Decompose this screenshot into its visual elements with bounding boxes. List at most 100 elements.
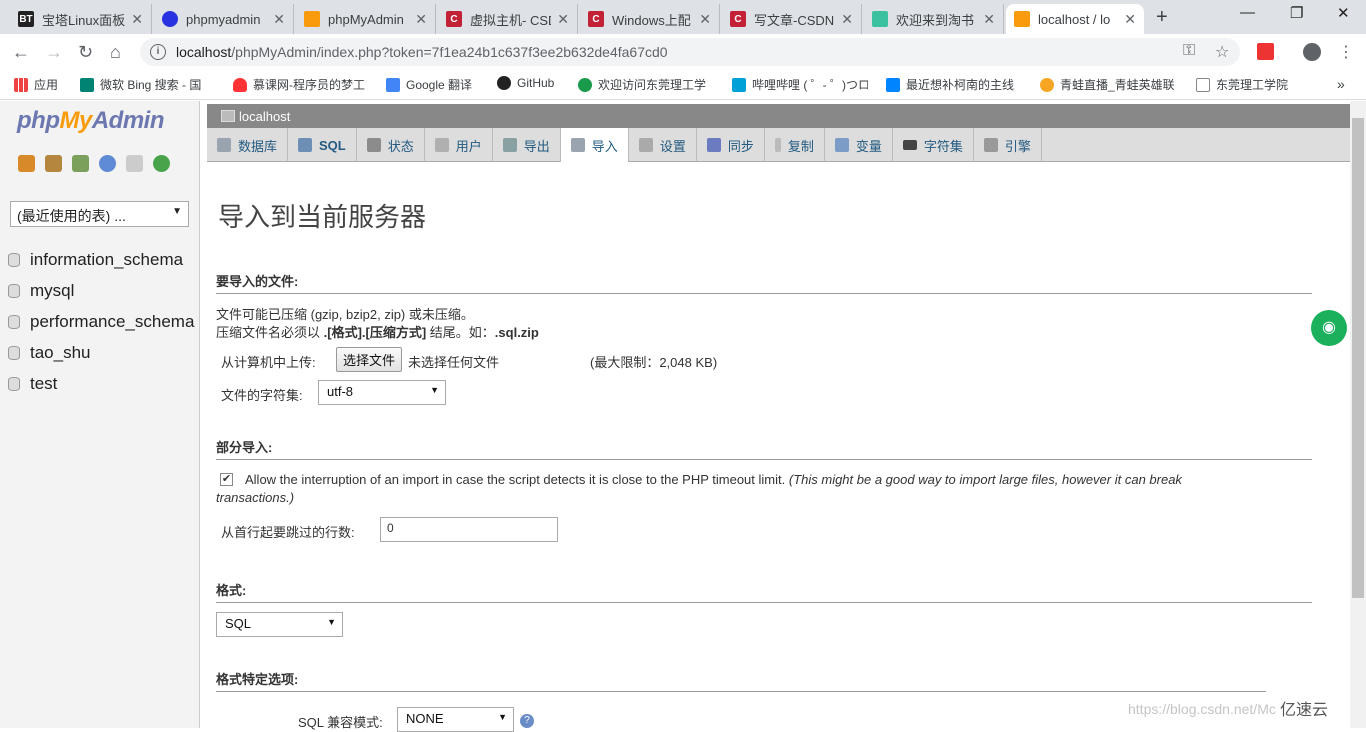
new-tab-icon[interactable]: + <box>1156 6 1168 29</box>
database-item[interactable]: information_schema <box>8 244 194 275</box>
tab-databases[interactable]: 数据库 <box>207 128 289 162</box>
tab-label: 同步 <box>727 138 754 154</box>
browser-tab[interactable]: phpmyadmin ✕ <box>154 4 294 34</box>
no-file-text: 未选择任何文件 <box>408 355 500 370</box>
bookmark-label: 最近想补柯南的主线 <box>906 78 1015 92</box>
database-list: information_schema mysql performance_sch… <box>8 244 194 399</box>
help-icon[interactable]: ? <box>520 714 534 728</box>
corner-logo: 亿速云 <box>1280 702 1329 719</box>
browser-tab[interactable]: phpMyAdmin ✕ <box>296 4 436 34</box>
tab-import[interactable]: 导入 <box>560 128 629 162</box>
sql-compat-select[interactable]: NONE ▼ <box>397 707 514 732</box>
star-icon[interactable]: ☆ <box>1215 42 1229 62</box>
bookmark-item[interactable]: 哔哩哔哩 ( ゜- ゜)つロ <box>732 76 868 93</box>
csdn-favicon-icon: C <box>588 11 604 27</box>
choose-file-button[interactable]: 选择文件 <box>336 347 403 372</box>
database-item[interactable]: test <box>8 368 194 399</box>
bookmark-apps[interactable]: 应用 <box>14 76 58 93</box>
browser-tab[interactable]: 欢迎来到淘书 ✕ <box>864 4 1004 34</box>
tab-replication[interactable]: 复制 <box>765 128 825 162</box>
tab-status[interactable]: 状态 <box>357 128 425 162</box>
format-select[interactable]: SQL ▼ <box>216 612 343 637</box>
close-icon[interactable]: ✕ <box>131 11 143 28</box>
recent-tables-select[interactable]: (最近使用的表) ... ▼ <box>10 201 189 227</box>
tab-settings[interactable]: 设置 <box>629 128 697 162</box>
database-name[interactable]: mysql <box>30 281 74 301</box>
close-icon[interactable]: ✕ <box>1124 11 1136 28</box>
tab-title: phpmyadmin <box>186 11 261 27</box>
wifi-icon[interactable]: ◉ <box>1311 310 1347 346</box>
tab-export[interactable]: 导出 <box>493 128 561 162</box>
bing-icon <box>80 77 94 92</box>
bookmark-item[interactable]: Google 翻译 <box>386 76 472 93</box>
reload-icon[interactable]: ↻ <box>78 42 93 63</box>
database-item[interactable]: mysql <box>8 275 194 306</box>
bookmark-item[interactable]: 慕课网-程序员的梦工 <box>233 76 369 93</box>
close-icon[interactable]: ✕ <box>557 11 569 28</box>
close-icon[interactable]: ✕ <box>415 11 427 28</box>
tab-sql[interactable]: SQL <box>288 128 357 162</box>
url-text[interactable]: localhost/phpMyAdmin/index.php?token=7f1… <box>176 44 668 60</box>
bookmark-item[interactable]: 东莞理工学院 <box>1196 76 1288 93</box>
browser-tab-active[interactable]: localhost / lo ✕ <box>1006 4 1144 34</box>
info-icon[interactable]: i <box>150 44 166 60</box>
extension-icon[interactable] <box>1257 43 1274 60</box>
back-icon[interactable]: ← <box>12 42 30 63</box>
skip-rows-input[interactable]: 0 <box>380 517 558 542</box>
exit-icon[interactable] <box>45 155 62 172</box>
close-icon[interactable]: ✕ <box>699 11 711 28</box>
bookmark-item[interactable]: 青蛙直播_青蛙英雄联 <box>1040 76 1178 93</box>
bookmark-item[interactable]: GitHub <box>497 76 554 90</box>
allow-interrupt-label[interactable]: Allow the interruption of an import in c… <box>245 472 1182 487</box>
help-icon[interactable] <box>99 155 116 172</box>
reload-icon[interactable] <box>153 155 170 172</box>
window-close-icon[interactable]: ✕ <box>1337 4 1350 22</box>
database-name[interactable]: performance_schema <box>30 312 194 332</box>
profile-icon[interactable] <box>1303 43 1321 61</box>
forward-icon[interactable]: → <box>45 42 63 63</box>
bookmark-item[interactable]: 最近想补柯南的主线 <box>886 76 1024 93</box>
tab-title: localhost / lo <box>1038 11 1111 27</box>
docs-icon[interactable] <box>126 155 143 172</box>
sql-query-icon[interactable] <box>72 155 89 172</box>
max-size-text: (最大限制：2,048 KB) <box>590 355 718 370</box>
tab-engines[interactable]: 引擎 <box>974 128 1042 162</box>
tab-sync[interactable]: 同步 <box>697 128 765 162</box>
tab-charsets[interactable]: 字符集 <box>893 128 974 162</box>
bookmark-item[interactable]: 微软 Bing 搜索 - 国 <box>80 76 216 93</box>
home-icon[interactable] <box>18 155 35 172</box>
bookmark-item[interactable]: 欢迎访问东莞理工学 <box>578 76 713 93</box>
tab-variables[interactable]: 变量 <box>825 128 893 162</box>
bookmark-label: 慕课网-程序员的梦工 <box>253 78 365 92</box>
browser-tab[interactable]: C 虚拟主机- CSD ✕ <box>438 4 578 34</box>
menu-icon[interactable]: ⋮ <box>1338 42 1354 62</box>
minimize-icon[interactable]: — <box>1240 4 1255 21</box>
pma-sidebar: phpMyAdmin (最近使用的表) ... ▼ information_sc… <box>0 101 200 728</box>
tab-users[interactable]: 用户 <box>425 128 493 162</box>
browser-tab[interactable]: BT 宝塔Linux面板 ✕ <box>10 4 152 34</box>
allow-interrupt-checkbox[interactable]: ✔ <box>220 473 233 486</box>
browser-tab[interactable]: C 写文章-CSDN ✕ <box>722 4 862 34</box>
close-icon[interactable]: ✕ <box>841 11 853 28</box>
server-name[interactable]: localhost <box>239 109 290 124</box>
bookmarks-bar: 应用 微软 Bing 搜索 - 国 慕课网-程序员的梦工 Google 翻译 G… <box>0 70 1366 100</box>
bookmark-label: 微软 Bing 搜索 - 国 <box>100 78 202 92</box>
database-name[interactable]: test <box>30 374 57 394</box>
allow-interrupt-note-cont: transactions.) <box>216 490 295 505</box>
more-bookmarks-icon[interactable]: » <box>1337 76 1345 92</box>
phpmyadmin-logo[interactable]: phpMyAdmin <box>17 107 165 135</box>
key-icon[interactable]: ⚿ <box>1183 42 1195 60</box>
charset-select[interactable]: utf-8 ▼ <box>318 380 446 405</box>
note-format: .[格式].[压缩方式] <box>323 325 427 340</box>
database-name[interactable]: information_schema <box>30 250 183 270</box>
address-bar[interactable]: i localhost/phpMyAdmin/index.php?token=7… <box>140 38 1240 66</box>
database-name[interactable]: tao_shu <box>30 343 91 363</box>
maximize-icon[interactable]: ❐ <box>1290 4 1303 22</box>
close-icon[interactable]: ✕ <box>273 11 285 28</box>
browser-tab[interactable]: C Windows上配 ✕ <box>580 4 720 34</box>
floating-wifi-widget[interactable]: ◉ <box>1297 300 1366 400</box>
database-item[interactable]: performance_schema <box>8 306 194 337</box>
home-icon[interactable]: ⌂ <box>110 42 121 63</box>
database-item[interactable]: tao_shu <box>8 337 194 368</box>
close-icon[interactable]: ✕ <box>983 11 995 28</box>
